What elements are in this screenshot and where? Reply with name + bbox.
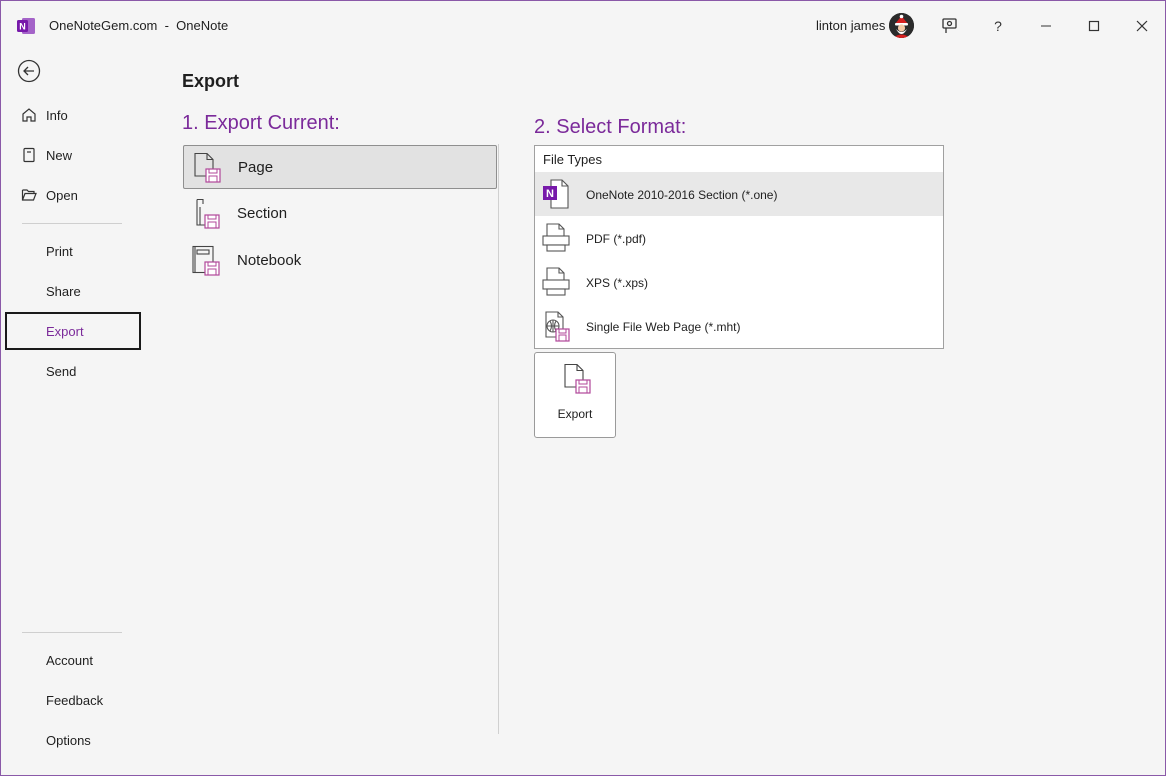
sidebar-item-export[interactable]: Export: [5, 312, 141, 350]
export-scope-label: Page: [238, 159, 274, 176]
sidebar-item-label: Account: [46, 653, 93, 668]
file-type-label: Single File Web Page (*.mht): [586, 320, 741, 334]
back-arrow-icon[interactable]: [17, 59, 41, 83]
export-scope-label: Notebook: [237, 252, 302, 269]
section-save-icon: [196, 198, 220, 229]
sidebar-item-open[interactable]: Open: [5, 176, 141, 214]
sidebar-item-send[interactable]: Send: [5, 352, 141, 390]
sidebar-item-label: Feedback: [46, 693, 104, 708]
file-types-list: File Types N OneNote 2010-2016 Section (…: [534, 145, 944, 349]
svg-text:N: N: [546, 188, 554, 200]
sidebar-divider: [22, 223, 122, 224]
sidebar-item-feedback[interactable]: Feedback: [5, 681, 141, 719]
santa-avatar-icon: [889, 13, 914, 38]
export-scope-notebook[interactable]: Notebook: [183, 239, 497, 283]
maximize-icon: [1088, 20, 1100, 32]
title-bar: N OneNoteGem.com - OneNote linton james: [1, 1, 1165, 50]
printer-file-icon: [542, 223, 570, 252]
notebook-save-icon: [192, 245, 220, 276]
help-button[interactable]: ?: [983, 11, 1013, 41]
file-type-label: XPS (*.xps): [586, 276, 649, 290]
select-format-heading: 2. Select Format:: [534, 116, 687, 138]
page-save-icon: [194, 152, 221, 183]
export-pane: Export 1. Export Current: Page Section N…: [142, 50, 1165, 775]
sidebar-item-label: Open: [46, 188, 78, 203]
home-icon: [22, 108, 36, 122]
sidebar-item-label: New: [46, 148, 73, 163]
export-scope-section[interactable]: Section: [183, 192, 497, 236]
export-scope-page[interactable]: Page: [183, 145, 497, 189]
folder-open-icon: [21, 189, 37, 201]
sidebar-divider: [22, 632, 122, 633]
export-current-heading: 1. Export Current:: [182, 112, 340, 134]
window-title: OneNoteGem.com - OneNote: [49, 18, 229, 33]
sidebar-item-label: Share: [46, 284, 81, 299]
export-scope-label: Section: [237, 205, 288, 222]
file-type-label: OneNote 2010-2016 Section (*.one): [586, 188, 778, 202]
onenote-window: N OneNoteGem.com - OneNote linton james: [0, 0, 1166, 776]
sidebar-item-label: Print: [46, 244, 73, 259]
page-title: Export: [182, 71, 240, 91]
minimize-button[interactable]: [1031, 11, 1061, 41]
maximize-button[interactable]: [1079, 11, 1109, 41]
user-name[interactable]: linton james: [816, 18, 885, 33]
close-icon: [1136, 20, 1148, 32]
sidebar-item-label: Info: [46, 108, 68, 123]
avatar[interactable]: [889, 13, 914, 38]
column-divider: [498, 144, 499, 734]
sidebar-item-options[interactable]: Options: [5, 721, 141, 759]
close-button[interactable]: [1127, 11, 1157, 41]
file-type-mht[interactable]: Single File Web Page (*.mht): [535, 304, 943, 348]
printer-file-icon: [542, 267, 570, 296]
export-save-icon: [564, 363, 591, 394]
sidebar-item-info[interactable]: Info: [5, 96, 141, 134]
file-type-onenote[interactable]: N OneNote 2010-2016 Section (*.one): [535, 172, 943, 216]
new-page-icon: [23, 147, 35, 163]
sidebar-item-print[interactable]: Print: [5, 232, 141, 270]
svg-text:N: N: [19, 22, 26, 32]
coauthor-button[interactable]: [935, 11, 965, 41]
minimize-icon: [1041, 25, 1051, 27]
onenote-file-icon: N: [543, 179, 569, 209]
sidebar-item-label: Send: [46, 364, 77, 379]
sidebar-item-account[interactable]: Account: [5, 641, 141, 679]
onenote-logo-icon: N: [17, 18, 35, 34]
file-type-label: PDF (*.pdf): [586, 232, 647, 246]
sidebar-item-share[interactable]: Share: [5, 272, 141, 310]
file-type-xps[interactable]: XPS (*.xps): [535, 260, 943, 304]
backstage-sidebar: Info New Open Print Share Export Send Ac…: [1, 50, 142, 775]
sidebar-item-label: Export: [46, 324, 84, 339]
help-icon: ?: [994, 18, 1002, 34]
feedback-flag-icon: [942, 18, 957, 33]
export-button[interactable]: Export: [534, 352, 616, 438]
export-button-label: Export: [557, 407, 593, 421]
file-type-pdf[interactable]: PDF (*.pdf): [535, 216, 943, 260]
web-page-save-icon: [545, 311, 570, 342]
sidebar-item-new[interactable]: New: [5, 136, 141, 174]
sidebar-item-label: Options: [46, 733, 91, 748]
file-types-header: File Types: [543, 152, 603, 167]
